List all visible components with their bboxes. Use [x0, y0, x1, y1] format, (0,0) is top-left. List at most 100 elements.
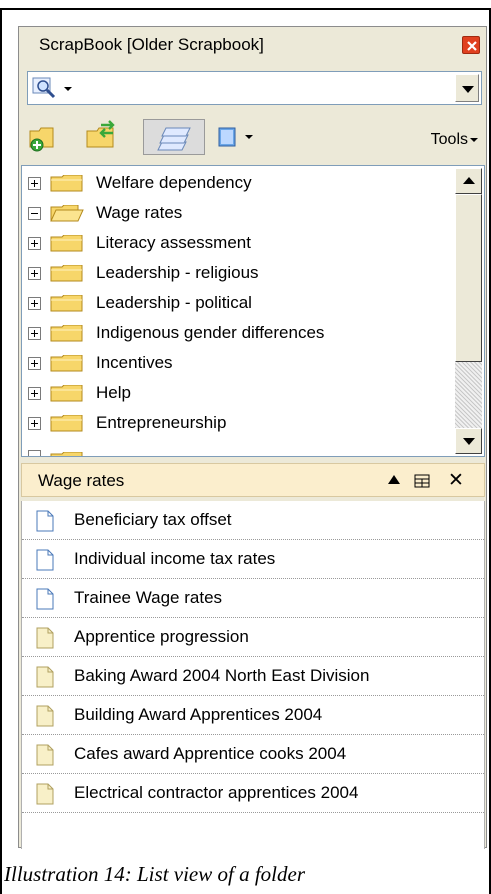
list-item[interactable]: Cafes award Apprentice cooks 2004: [22, 735, 484, 774]
expander-icon: [28, 450, 41, 456]
chevron-down-icon: [462, 86, 474, 93]
frame-border: [0, 8, 2, 894]
tree-item[interactable]: Welfare dependency: [22, 168, 454, 198]
move-folder-button[interactable]: [83, 119, 123, 155]
note-document-icon: [36, 705, 54, 727]
list-item-label: Baking Award 2004 North East Division: [74, 666, 370, 685]
new-folder-button[interactable]: [27, 119, 63, 155]
list-item[interactable]: Apprentice progression: [22, 618, 484, 657]
list-item[interactable]: Electrical contractor apprentices 2004: [22, 774, 484, 813]
tree-item-label: Welfare dependency: [96, 173, 252, 192]
tools-menu[interactable]: Tools: [431, 131, 478, 149]
collapse-icon[interactable]: [28, 207, 41, 220]
tree-item[interactable]: Indigenous gender differences: [22, 318, 454, 348]
scroll-up-button[interactable]: [455, 168, 482, 194]
tree-item[interactable]: Help: [22, 378, 454, 408]
tree-item-label: Leadership - political: [96, 293, 252, 312]
folder-icon: [50, 452, 83, 456]
tree-item-label: Entrepreneurship: [96, 413, 227, 432]
folder-item-list: Beneficiary tax offset Individual income …: [21, 501, 485, 849]
note-document-icon: [36, 627, 54, 649]
folder-tree: Welfare dependency Wage rates Literacy ass…: [21, 165, 485, 457]
move-folder-icon: [86, 120, 115, 148]
tree-item-partial: [22, 436, 454, 456]
collapse-up-icon[interactable]: [388, 475, 400, 484]
list-item-label: Cafes award Apprentice cooks 2004: [74, 744, 347, 763]
blank-document-icon: [36, 549, 54, 571]
list-item[interactable]: Building Award Apprentices 2004: [22, 696, 484, 735]
toolbar: Tools: [19, 113, 486, 159]
blank-document-icon: [36, 510, 54, 532]
list-item-label: Building Award Apprentices 2004: [74, 705, 323, 724]
list-item-label: Apprentice progression: [74, 627, 249, 646]
list-item[interactable]: Trainee Wage rates: [22, 579, 484, 618]
expand-icon[interactable]: [28, 297, 41, 310]
folder-icon: [50, 295, 83, 312]
frame-border: [0, 8, 491, 10]
tree-item[interactable]: Incentives: [22, 348, 454, 378]
scrollbar-thumb[interactable]: [455, 194, 482, 362]
folder-icon: [50, 265, 83, 282]
expand-icon[interactable]: [28, 387, 41, 400]
expand-icon[interactable]: [28, 267, 41, 280]
tree-item-label: Indigenous gender differences: [96, 323, 325, 342]
view-menu-button[interactable]: [215, 119, 263, 155]
tree-item-label: Leadership - religious: [96, 263, 259, 282]
list-item[interactable]: Baking Award 2004 North East Division: [22, 657, 484, 696]
close-icon: [467, 41, 477, 51]
list-view-button[interactable]: [143, 119, 205, 155]
list-item[interactable]: Individual income tax rates: [22, 540, 484, 579]
title-bar: ScrapBook [Older Scrapbook]: [19, 27, 486, 63]
tree-item[interactable]: Leadership - religious: [22, 258, 454, 288]
close-button[interactable]: [462, 36, 480, 54]
layers-icon: [157, 127, 191, 151]
expand-icon[interactable]: [28, 357, 41, 370]
scrapbook-panel: ScrapBook [Older Scrapbook] Tools Welfar…: [18, 26, 487, 849]
list-item-label: Beneficiary tax offset: [74, 510, 232, 529]
scrollbar-track[interactable]: [455, 362, 482, 428]
folder-list-header: Wage rates ✕: [21, 463, 485, 497]
tree-item-label: Literacy assessment: [96, 233, 251, 252]
expand-icon[interactable]: [28, 177, 41, 190]
expand-icon[interactable]: [28, 417, 41, 430]
grid-view-icon[interactable]: [414, 474, 430, 488]
search-icon: [32, 77, 56, 99]
chevron-down-icon[interactable]: [64, 87, 72, 91]
folder-icon: [50, 325, 83, 342]
list-item[interactable]: Beneficiary tax offset: [22, 501, 484, 540]
window-title: ScrapBook [Older Scrapbook]: [39, 35, 264, 54]
open-folder-icon: [50, 205, 84, 222]
close-icon[interactable]: ✕: [448, 469, 464, 492]
vertical-scrollbar[interactable]: [452, 166, 484, 456]
chevron-down-icon: [245, 135, 253, 139]
expand-icon[interactable]: [28, 237, 41, 250]
folder-icon: [50, 385, 83, 402]
chevron-up-icon: [463, 177, 475, 184]
figure-caption: Illustration 14: List view of a folder: [4, 862, 306, 886]
tree-item-label: Incentives: [96, 353, 173, 372]
tree-item-label: Help: [96, 383, 131, 402]
folder-icon: [50, 175, 83, 192]
scroll-down-button[interactable]: [455, 428, 482, 454]
list-item-label: Individual income tax rates: [74, 549, 276, 568]
dropdown-button[interactable]: [455, 74, 479, 102]
tools-label: Tools: [430, 131, 468, 148]
tree-item-label: Wage rates: [96, 203, 183, 222]
folder-list-title: Wage rates: [38, 471, 125, 490]
chevron-down-icon: [463, 438, 475, 445]
tree-item[interactable]: Literacy assessment: [22, 228, 454, 258]
tree-item[interactable]: Leadership - political: [22, 288, 454, 318]
note-document-icon: [36, 783, 54, 805]
search-input[interactable]: [27, 71, 482, 105]
folder-icon: [50, 415, 83, 432]
folder-icon: [50, 355, 83, 372]
note-document-icon: [36, 744, 54, 766]
note-document-icon: [36, 666, 54, 688]
folder-icon: [50, 235, 83, 252]
expand-icon[interactable]: [28, 327, 41, 340]
tree-item[interactable]: Entrepreneurship: [22, 408, 454, 438]
list-item-label: Electrical contractor apprentices 2004: [74, 783, 359, 802]
list-item-label: Trainee Wage rates: [74, 588, 223, 607]
tree-item[interactable]: Wage rates: [22, 198, 454, 228]
blank-document-icon: [36, 588, 54, 610]
